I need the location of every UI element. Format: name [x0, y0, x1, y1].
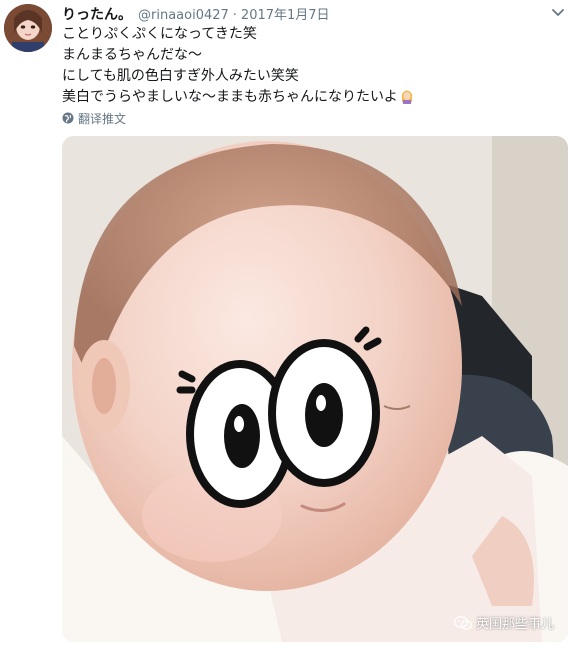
wechat-icon — [453, 615, 472, 630]
timestamp[interactable]: 2017年1月7日 — [241, 4, 330, 23]
tweet-text: ことりぷくぷくになってきた笑 まんまるちゃんだな〜 にしても肌の色白すぎ外人みた… — [62, 24, 552, 108]
translate-tweet-link[interactable]: 翻译推文 — [62, 110, 126, 126]
display-name[interactable]: りったん。 — [62, 4, 132, 24]
tweet-line: ことりぷくぷくになってきた笑 — [62, 26, 257, 42]
tweet-line: まんまるちゃんだな〜 — [62, 47, 202, 63]
user-handle[interactable]: @rinaaoi0427 — [138, 8, 229, 23]
watermark-text: 英国那些事儿 — [475, 617, 554, 632]
watermark: 英国那些事儿 — [453, 613, 554, 632]
globe-icon — [62, 112, 74, 124]
user-avatar[interactable] — [4, 4, 52, 52]
tweet-header: りったん。 @rinaaoi0427 · 2017年1月7日 — [62, 4, 330, 24]
separator-dot: · — [232, 8, 237, 23]
woman-emoji-icon — [400, 88, 414, 104]
tweet-photo[interactable]: 英国那些事儿 — [62, 136, 568, 642]
translate-label: 翻译推文 — [78, 111, 127, 126]
tweet-line-with-emoji: 美白でうらやましいな〜ままも赤ちゃんになりたいよ — [62, 87, 552, 108]
chevron-down-icon[interactable] — [550, 5, 566, 19]
tweet-line: 美白でうらやましいな〜ままも赤ちゃんになりたいよ — [62, 89, 398, 105]
tweet: りったん。 @rinaaoi0427 · 2017年1月7日 ことりぷくぷくにな… — [0, 0, 576, 653]
tweet-line: にしても肌の色白すぎ外人みたい笑笑 — [62, 68, 299, 84]
